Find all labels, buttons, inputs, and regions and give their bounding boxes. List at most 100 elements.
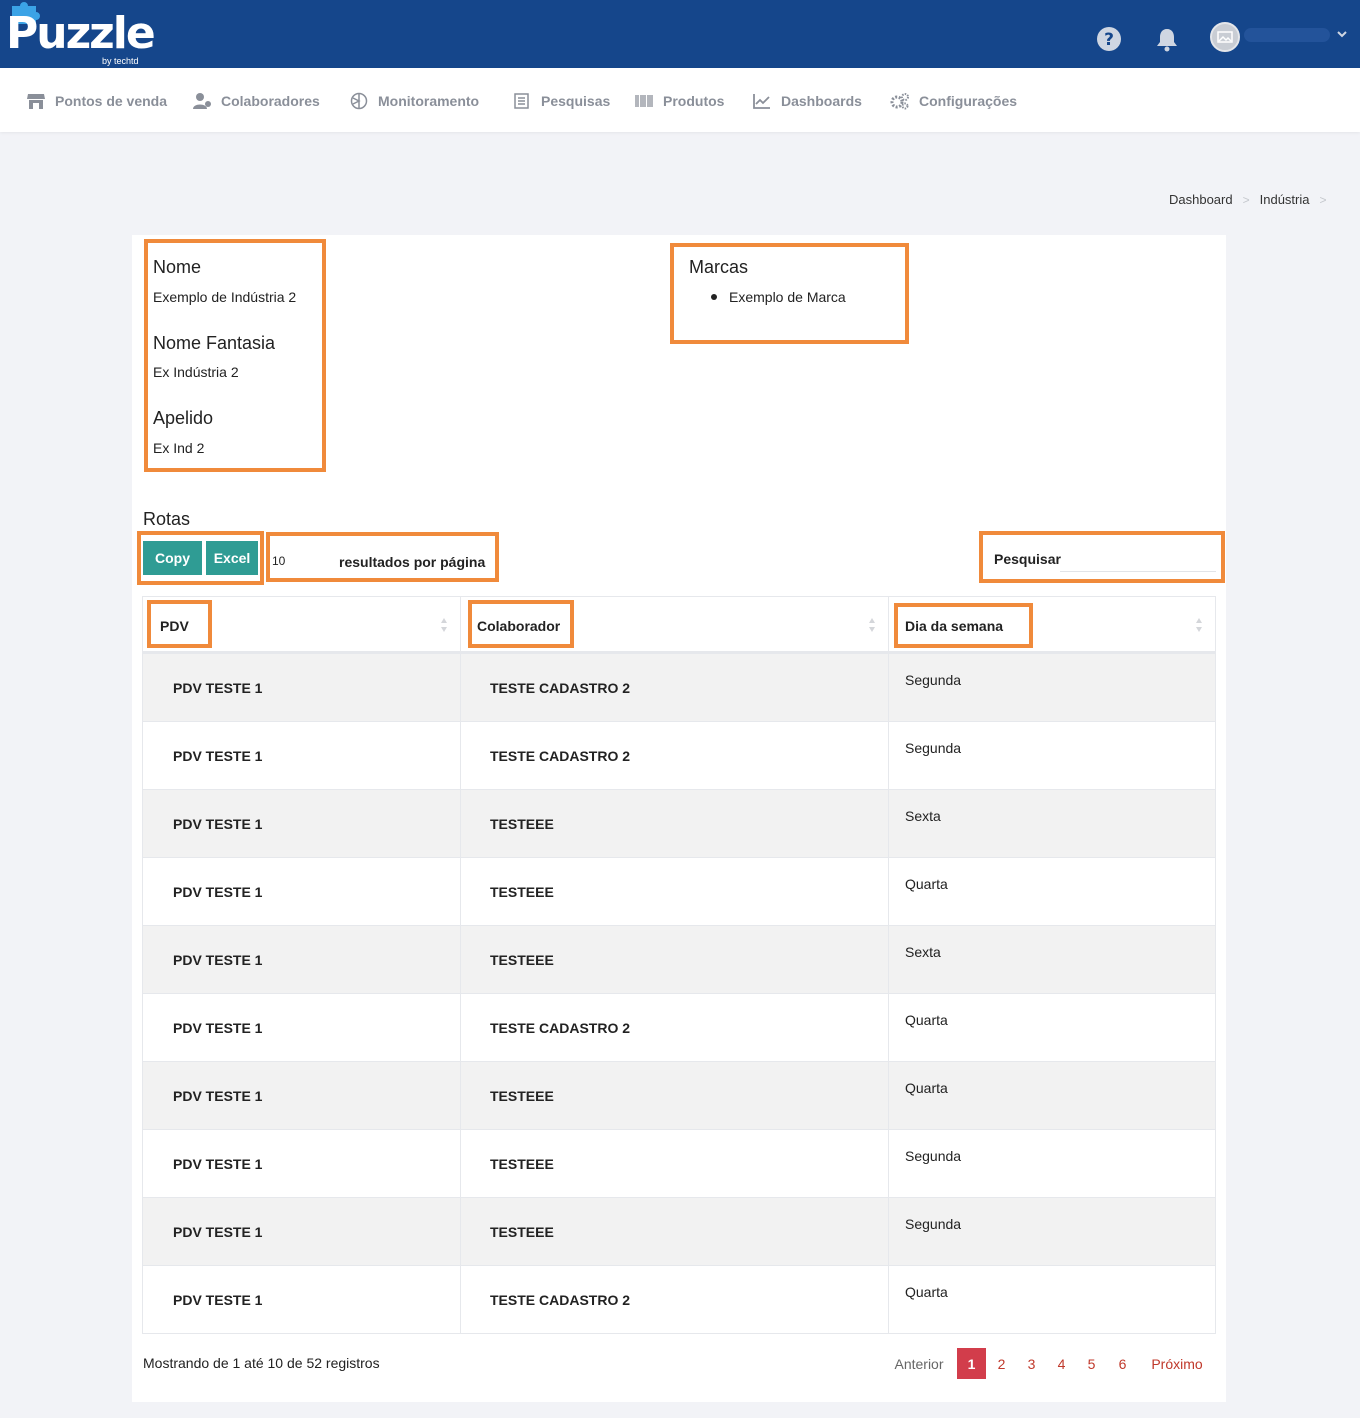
cell-colaborador: TESTEEE xyxy=(461,858,889,925)
chevron-down-icon[interactable] xyxy=(1336,28,1348,40)
cell-text: Segunda xyxy=(905,672,962,688)
cell-pdv: PDV TESTE 1 xyxy=(143,858,461,925)
breadcrumb-separator: > xyxy=(1319,192,1327,207)
cell-dia: Sexta xyxy=(889,926,1215,993)
table-row[interactable]: PDV TESTE 1 TESTEEE Quarta xyxy=(143,1061,1215,1129)
pagination-page-1[interactable]: 1 xyxy=(957,1348,986,1379)
nome-fantasia-value: Ex Indústria 2 xyxy=(153,364,239,380)
nav-configuracoes[interactable]: Configurações xyxy=(890,92,1017,110)
cell-text: Sexta xyxy=(905,944,941,960)
svg-text:?: ? xyxy=(1104,30,1114,50)
search-input[interactable] xyxy=(1060,548,1216,572)
cell-dia: Segunda xyxy=(889,722,1215,789)
pagination-page-5[interactable]: 5 xyxy=(1077,1348,1106,1379)
cell-pdv: PDV TESTE 1 xyxy=(143,1266,461,1333)
cell-text: Quarta xyxy=(905,1284,948,1300)
nav-label: Configurações xyxy=(919,93,1018,109)
nav-produtos[interactable]: Produtos xyxy=(634,92,724,110)
dia-header-highlight xyxy=(894,603,1033,648)
nav-colaboradores[interactable]: Colaboradores xyxy=(192,92,320,110)
list-bullet xyxy=(711,294,717,300)
cell-pdv: PDV TESTE 1 xyxy=(143,654,461,721)
gears-icon xyxy=(890,93,909,110)
nome-value: Exemplo de Indústria 2 xyxy=(153,289,297,305)
cell-pdv: PDV TESTE 1 xyxy=(143,1130,461,1197)
logo-text: Puzzle xyxy=(6,8,156,59)
pagination-page-6[interactable]: 6 xyxy=(1108,1348,1137,1379)
cell-colaborador: TESTEEE xyxy=(461,1062,889,1129)
sort-icon[interactable] xyxy=(868,617,876,633)
cell-text: Sexta xyxy=(905,808,941,824)
pagination-page-4[interactable]: 4 xyxy=(1047,1348,1076,1379)
sort-icon[interactable] xyxy=(1195,617,1203,633)
user-avatar[interactable] xyxy=(1210,22,1240,52)
nome-fantasia-label: Nome Fantasia xyxy=(153,333,276,353)
cell-text: TESTEEE xyxy=(490,1088,554,1104)
excel-button[interactable]: Excel xyxy=(206,541,258,575)
nav-label: Pontos de venda xyxy=(55,93,168,109)
apelido-value: Ex Ind 2 xyxy=(153,440,205,456)
copy-button[interactable]: Copy xyxy=(143,541,202,575)
bell-icon[interactable] xyxy=(1154,26,1180,52)
cell-dia: Quarta xyxy=(889,1266,1215,1333)
table-row[interactable]: PDV TESTE 1 TESTEEE Sexta xyxy=(143,925,1215,993)
table-row[interactable]: PDV TESTE 1 TESTEEE Quarta xyxy=(143,857,1215,925)
cell-colaborador: TESTE CADASTRO 2 xyxy=(461,654,889,721)
cell-text: PDV TESTE 1 xyxy=(173,952,263,968)
nav-label: Colaboradores xyxy=(221,93,320,109)
cell-pdv: PDV TESTE 1 xyxy=(143,994,461,1061)
nav-monitoramento[interactable]: Monitoramento xyxy=(349,92,479,110)
colaborador-header-highlight xyxy=(468,600,574,648)
cell-text: PDV TESTE 1 xyxy=(173,680,263,696)
cell-dia: Quarta xyxy=(889,858,1215,925)
cell-text: TESTEEE xyxy=(490,884,554,900)
pagination-previous[interactable]: Anterior xyxy=(886,1348,952,1379)
nav-label: Dashboards xyxy=(781,93,862,109)
nav-label: Produtos xyxy=(663,93,725,109)
cell-text: PDV TESTE 1 xyxy=(173,1088,263,1104)
help-icon[interactable]: ? xyxy=(1096,26,1122,52)
pdv-header-highlight xyxy=(147,600,212,648)
table-row[interactable]: PDV TESTE 1 TESTEEE Sexta xyxy=(143,789,1215,857)
top-header: Puzzle by techtd ? xyxy=(0,0,1360,68)
table-row[interactable]: PDV TESTE 1 TESTE CADASTRO 2 Segunda xyxy=(143,653,1215,721)
page-length-select[interactable]: 10 xyxy=(272,554,332,568)
cell-dia: Segunda xyxy=(889,1130,1215,1197)
chart-icon xyxy=(753,94,770,109)
puzzle-logo[interactable]: Puzzle by techtd xyxy=(6,2,156,66)
cell-colaborador: TESTE CADASTRO 2 xyxy=(461,1266,889,1333)
cell-text: Quarta xyxy=(905,1012,948,1028)
survey-icon xyxy=(514,93,529,109)
breadcrumb-industria[interactable]: Indústria xyxy=(1260,192,1310,207)
cell-text: Quarta xyxy=(905,1080,948,1096)
cell-colaborador: TESTEEE xyxy=(461,1130,889,1197)
cell-text: TESTEEE xyxy=(490,1224,554,1240)
sort-icon[interactable] xyxy=(440,617,448,633)
cell-dia: Segunda xyxy=(889,1198,1215,1265)
breadcrumb-separator: > xyxy=(1242,192,1250,207)
cell-text: Segunda xyxy=(905,1216,962,1232)
table-row[interactable]: PDV TESTE 1 TESTE CADASTRO 2 Segunda xyxy=(143,721,1215,789)
barcode-icon xyxy=(635,95,653,107)
table-row[interactable]: PDV TESTE 1 TESTEEE Segunda xyxy=(143,1129,1215,1197)
table-row[interactable]: PDV TESTE 1 TESTE CADASTRO 2 Quarta xyxy=(143,1265,1215,1333)
user-name-blurred[interactable] xyxy=(1244,28,1330,42)
pagination-page-2[interactable]: 2 xyxy=(987,1348,1016,1379)
cell-text: TESTE CADASTRO 2 xyxy=(490,748,631,764)
table-row[interactable]: PDV TESTE 1 TESTE CADASTRO 2 Quarta xyxy=(143,993,1215,1061)
image-placeholder-icon xyxy=(1217,31,1233,43)
breadcrumb-dashboard[interactable]: Dashboard xyxy=(1169,192,1233,207)
pagination-next[interactable]: Próximo xyxy=(1144,1348,1210,1379)
pagination-page-3[interactable]: 3 xyxy=(1017,1348,1046,1379)
apelido-label: Apelido xyxy=(153,408,214,428)
cell-text: PDV TESTE 1 xyxy=(173,1020,263,1036)
cell-text: TESTE CADASTRO 2 xyxy=(490,1292,631,1308)
cell-pdv: PDV TESTE 1 xyxy=(143,1198,461,1265)
nav-pontos-de-venda[interactable]: Pontos de venda xyxy=(26,92,167,110)
nav-dashboards[interactable]: Dashboards xyxy=(752,92,862,110)
nav-pesquisas[interactable]: Pesquisas xyxy=(512,92,610,110)
compass-icon xyxy=(350,92,368,110)
cell-text: Segunda xyxy=(905,740,962,756)
search-label: Pesquisar xyxy=(994,551,1061,567)
table-row[interactable]: PDV TESTE 1 TESTEEE Segunda xyxy=(143,1197,1215,1265)
